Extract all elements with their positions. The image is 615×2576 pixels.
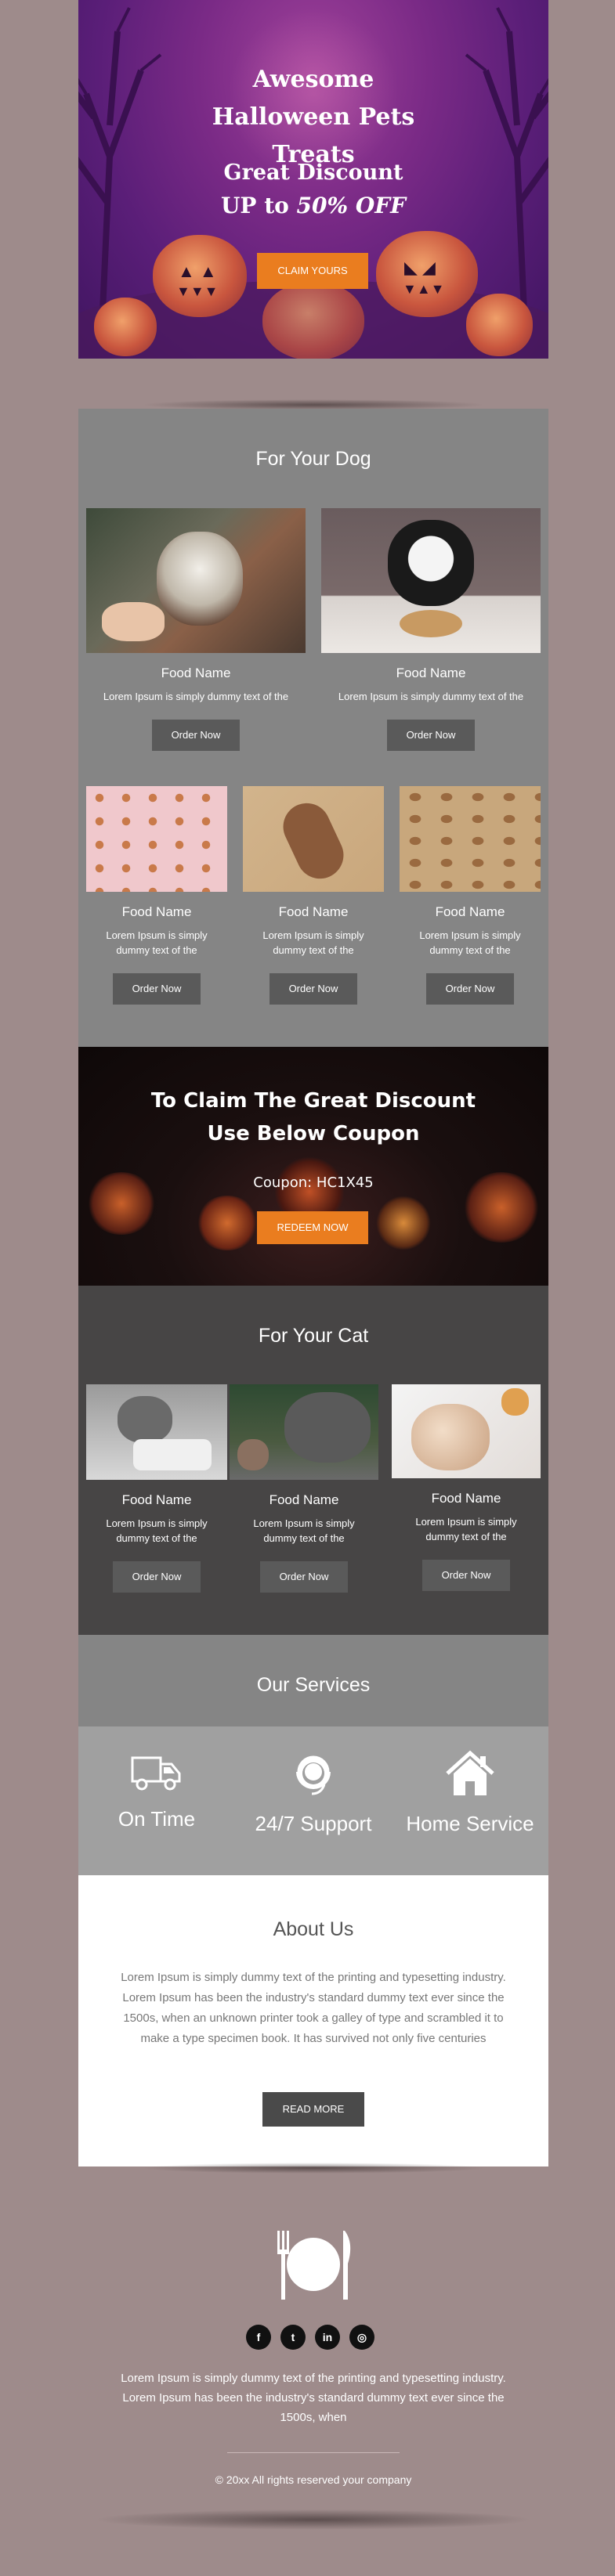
services-section: On Time 24/7 Support Home Service: [78, 1726, 548, 1875]
footer-shadow: [94, 2509, 533, 2530]
food-description: Lorem Ipsum is simply dummy text of the: [253, 1517, 355, 1544]
pumpkin-icon: ▲ ▲ ▼▼▼: [153, 235, 247, 317]
product-card: Food Name Lorem Ipsum is simply dummy te…: [321, 508, 541, 751]
food-description: Lorem Ipsum is simply dummy text of the: [419, 929, 521, 956]
food-name: Food Name: [431, 1491, 501, 1506]
food-description: Lorem Ipsum is simply dummy text of the: [338, 691, 524, 702]
hero-banner: ▲ ▲ ▼▼▼ ◣ ◢ ▼▲▼ Awesome Halloween Pets T…: [78, 0, 548, 359]
service-home: Home Service: [392, 1750, 548, 1836]
plate-cutlery-icon: [277, 2231, 351, 2300]
food-description: Lorem Ipsum is simply dummy text of the: [103, 691, 289, 702]
copyright: © 20xx All rights reserved your company: [215, 2473, 412, 2486]
food-description: Lorem Ipsum is simply dummy text of the: [262, 929, 364, 956]
food-description: Lorem Ipsum is simply dummy text of the: [106, 929, 208, 956]
food-name: Food Name: [396, 666, 466, 680]
food-name: Food Name: [435, 904, 505, 919]
order-now-button[interactable]: Order Now: [426, 973, 514, 1005]
food-description: Lorem Ipsum is simply dummy text of the: [415, 1516, 517, 1542]
about-title: About Us: [273, 1918, 354, 1940]
product-image: [86, 508, 306, 653]
linkedin-icon[interactable]: in: [315, 2325, 340, 2350]
service-label: 24/7 Support: [255, 1812, 372, 1835]
food-name: Food Name: [121, 1492, 192, 1507]
coupon-section: To Claim The Great Discount Use Below Co…: [78, 1047, 548, 1286]
about-text: Lorem Ipsum is simply dummy text of the …: [121, 1971, 506, 2045]
dog-section-title: For Your Dog: [255, 448, 371, 470]
footer-divider: [227, 2452, 400, 2453]
truck-icon: [131, 1756, 181, 1791]
cat-section: For Your Cat Food Name Lorem Ipsum is si…: [78, 1286, 548, 1635]
product-card: Food Name Lorem Ipsum is simply dummy te…: [243, 786, 384, 1005]
product-card: Food Name Lorem Ipsum is simply dummy te…: [86, 786, 227, 1005]
headset-icon: [295, 1753, 332, 1795]
coupon-title: To Claim The Great Discount Use Below Co…: [150, 1089, 476, 1145]
product-image: [321, 508, 541, 653]
hero-title: Awesome Halloween Pets Treats: [212, 66, 415, 168]
food-name: Food Name: [161, 666, 231, 680]
order-now-button[interactable]: Order Now: [113, 1561, 201, 1593]
discount-amount: 50% OFF: [296, 193, 407, 218]
claim-button[interactable]: CLAIM YOURS: [257, 253, 368, 289]
cat-section-title: For Your Cat: [258, 1325, 369, 1347]
food-name: Food Name: [269, 1492, 339, 1507]
order-now-button[interactable]: Order Now: [387, 720, 475, 751]
order-now-button[interactable]: Order Now: [422, 1560, 510, 1591]
product-image: [243, 786, 384, 892]
product-card: Food Name Lorem Ipsum is simply dummy te…: [392, 1384, 541, 1591]
facebook-icon[interactable]: f: [246, 2325, 271, 2350]
discount-prefix: UP to: [220, 193, 297, 218]
product-card: Food Name Lorem Ipsum is simply dummy te…: [230, 1384, 378, 1593]
pumpkin-icon: [466, 294, 533, 356]
hero-discount: UP to 50% OFF: [78, 193, 548, 218]
order-now-button[interactable]: Order Now: [152, 720, 240, 751]
product-image: [400, 786, 541, 892]
order-now-button[interactable]: Order Now: [260, 1561, 348, 1593]
service-on-time: On Time: [78, 1750, 235, 1831]
order-now-button[interactable]: Order Now: [113, 973, 201, 1005]
product-card: Food Name Lorem Ipsum is simply dummy te…: [86, 508, 306, 751]
services-header: Our Services: [78, 1635, 548, 1726]
product-image: [392, 1384, 541, 1478]
food-description: Lorem Ipsum is simply dummy text of the: [106, 1517, 208, 1544]
service-label: On Time: [118, 1807, 196, 1831]
service-label: Home Service: [406, 1812, 534, 1835]
product-image: [230, 1384, 378, 1480]
social-links: f t in ◎: [246, 2325, 374, 2350]
hero-subtitle: Great Discount: [223, 161, 403, 185]
food-name: Food Name: [278, 904, 349, 919]
product-image: [86, 1384, 227, 1480]
dog-section: For Your Dog Food Name Lorem Ipsum is si…: [78, 409, 548, 1047]
redeem-button[interactable]: REDEEM NOW: [257, 1211, 368, 1244]
about-section: About Us Lorem Ipsum is simply dummy tex…: [78, 1875, 548, 2167]
coupon-code: Coupon: HC1X45: [253, 1174, 374, 1191]
services-title: Our Services: [256, 1674, 371, 1696]
product-card: Food Name Lorem Ipsum is simply dummy te…: [400, 786, 541, 1005]
footer: f t in ◎ Lorem Ipsum is simply dummy tex…: [78, 2167, 548, 2527]
footer-text: Lorem Ipsum is simply dummy text of the …: [121, 2372, 506, 2424]
twitter-icon[interactable]: t: [280, 2325, 306, 2350]
pumpkin-icon: [196, 1196, 259, 1250]
food-name: Food Name: [121, 904, 192, 919]
order-now-button[interactable]: Order Now: [270, 973, 357, 1005]
read-more-button[interactable]: READ MORE: [262, 2092, 364, 2127]
product-image: [86, 786, 227, 892]
pumpkin-icon: ◣ ◢ ▼▲▼: [376, 231, 478, 317]
service-support: 24/7 Support: [235, 1750, 392, 1836]
instagram-icon[interactable]: ◎: [349, 2325, 374, 2350]
product-card: Food Name Lorem Ipsum is simply dummy te…: [86, 1384, 227, 1593]
pumpkin-icon: [94, 298, 157, 356]
pumpkin-icon: [262, 282, 364, 359]
home-icon: [446, 1750, 494, 1795]
candle-glow: [376, 1196, 431, 1250]
